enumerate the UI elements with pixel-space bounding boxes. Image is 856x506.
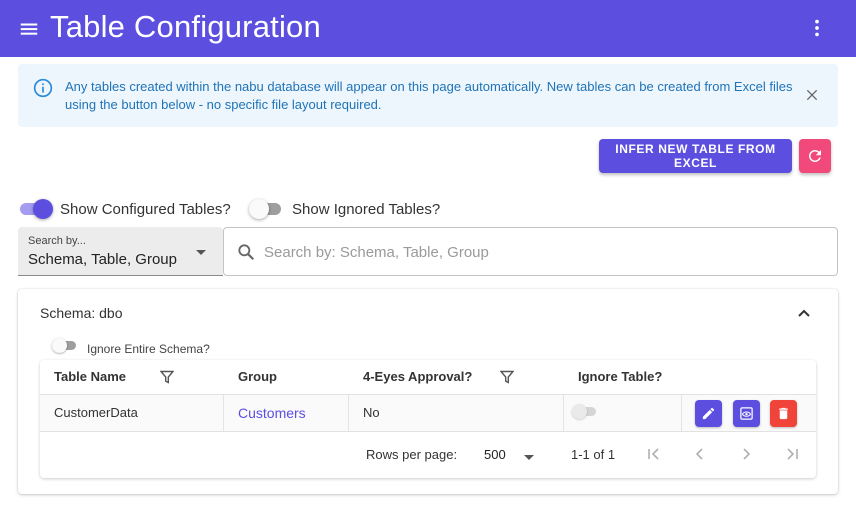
rows-per-page-label: Rows per page:: [366, 447, 458, 462]
infer-table-button[interactable]: INFER NEW TABLE FROM EXCEL: [599, 139, 792, 173]
pencil-icon: [702, 407, 715, 420]
edit-button[interactable]: [695, 400, 722, 427]
last-page-icon[interactable]: [784, 446, 800, 462]
search-by-select[interactable]: Search by... Schema, Table, Group: [18, 227, 223, 276]
ignore-schema-label: Ignore Entire Schema?: [87, 342, 210, 356]
ignore-table-toggle[interactable]: [572, 404, 596, 419]
dropdown-arrow-icon: [196, 250, 206, 255]
dropdown-arrow-icon[interactable]: [524, 452, 534, 462]
filter-icon[interactable]: [500, 370, 514, 384]
refresh-icon: [808, 149, 821, 162]
search-field: [223, 227, 838, 276]
search-by-value: Schema, Table, Group: [28, 251, 177, 268]
preview-icon: [740, 407, 753, 420]
menu-icon[interactable]: [18, 18, 40, 40]
trash-icon: [779, 407, 788, 420]
tables-grid: Table Name Group 4-Eyes Approval? Ignore…: [40, 360, 816, 478]
show-ignored-label: Show Ignored Tables?: [292, 201, 441, 218]
info-alert: Any tables created within the nabu datab…: [18, 64, 838, 127]
schema-title: Schema: dbo: [40, 305, 123, 321]
page-title: Table Configuration: [50, 9, 321, 44]
cell-four-eyes: No: [363, 405, 380, 420]
first-page-icon[interactable]: [646, 446, 662, 462]
column-header-table-name: Table Name: [54, 369, 127, 384]
column-header-group: Group: [238, 369, 277, 384]
chevron-right-icon[interactable]: [738, 446, 754, 462]
page-range: 1-1 of 1: [571, 447, 616, 462]
schema-panel: Schema: dbo Ignore Entire Schema? Table …: [18, 289, 838, 494]
table-row: CustomerData Customers No: [40, 394, 816, 432]
app-bar: Table Configuration: [0, 0, 856, 57]
cell-table-name: CustomerData: [54, 405, 138, 420]
pagination: Rows per page: 500 1-1 of 1: [40, 432, 816, 478]
rows-per-page-select[interactable]: 500: [484, 447, 506, 462]
delete-button[interactable]: [770, 400, 797, 427]
info-icon: [33, 78, 53, 98]
show-configured-toggle[interactable]: [18, 199, 54, 219]
search-icon: [238, 244, 254, 260]
alert-message: Any tables created within the nabu datab…: [65, 79, 793, 112]
show-configured-label: Show Configured Tables?: [60, 201, 231, 218]
filter-icon[interactable]: [160, 370, 174, 384]
show-ignored-toggle[interactable]: [249, 199, 285, 219]
chevron-left-icon[interactable]: [692, 446, 708, 462]
more-vert-icon[interactable]: [806, 17, 828, 39]
close-icon[interactable]: [804, 87, 820, 103]
search-by-label: Search by...: [28, 235, 86, 247]
chevron-up-icon[interactable]: [797, 306, 811, 320]
column-header-four-eyes: 4-Eyes Approval?: [363, 369, 473, 384]
column-header-ignore-table: Ignore Table?: [578, 369, 663, 384]
preview-button[interactable]: [733, 400, 760, 427]
search-input[interactable]: [264, 240, 824, 264]
ignore-schema-toggle[interactable]: [52, 338, 76, 353]
refresh-button[interactable]: [799, 139, 831, 173]
group-link[interactable]: Customers: [238, 405, 306, 421]
